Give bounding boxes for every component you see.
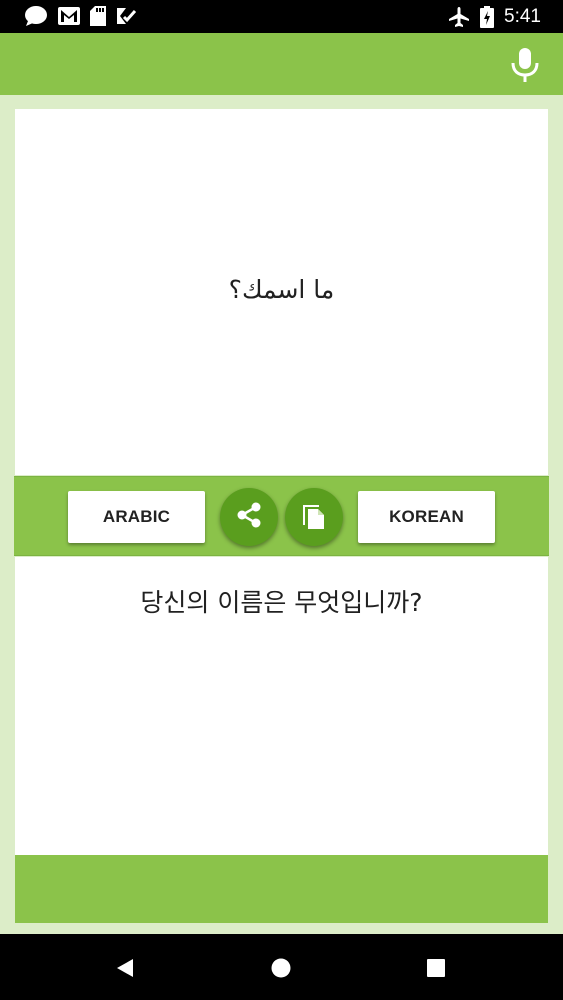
share-icon <box>234 500 264 534</box>
sd-card-icon <box>90 6 106 26</box>
back-icon[interactable] <box>116 958 134 982</box>
status-time: 5:41 <box>504 6 541 27</box>
control-bar: ARABIC KOREAN <box>14 476 549 556</box>
copy-button[interactable] <box>285 488 343 546</box>
message-icon <box>24 5 48 27</box>
source-text-panel[interactable]: ما اسمك؟ <box>15 109 548 475</box>
translation-panel[interactable]: 당신의 이름은 무엇입니까? <box>15 557 548 855</box>
system-icons: 5:41 <box>448 5 541 29</box>
check-icon <box>116 6 136 26</box>
target-language-button[interactable]: KOREAN <box>358 491 495 543</box>
airplane-icon <box>448 6 470 28</box>
gmail-icon <box>58 7 80 25</box>
bottom-band <box>15 855 548 923</box>
source-text: ما اسمك؟ <box>228 274 335 304</box>
notification-icons <box>24 5 136 27</box>
battery-icon <box>480 6 495 28</box>
translated-text: 당신의 이름은 무엇입니까? <box>140 588 423 617</box>
microphone-icon <box>509 48 541 87</box>
copy-icon <box>300 500 328 534</box>
share-button[interactable] <box>220 488 278 546</box>
home-icon[interactable] <box>271 958 291 982</box>
microphone-button[interactable] <box>509 47 541 83</box>
app-bar <box>0 33 563 95</box>
navigation-bar <box>0 934 563 1000</box>
recents-icon[interactable] <box>427 959 445 981</box>
status-bar: 5:41 <box>0 0 563 33</box>
source-language-button[interactable]: ARABIC <box>68 491 205 543</box>
